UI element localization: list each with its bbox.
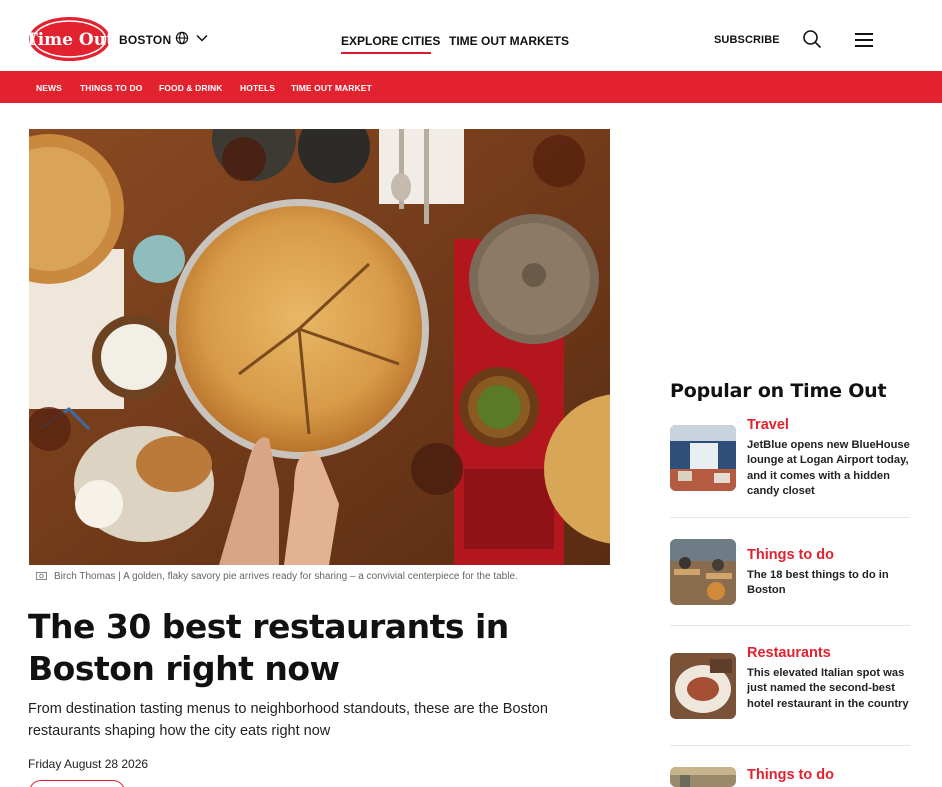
article-dek: From destination tasting menus to neighb… [28, 701, 548, 739]
popular-heading: Popular on Time Out [670, 380, 887, 402]
popular-card[interactable]: Restaurants This elevated Italian spot w… [670, 645, 910, 735]
image-credit: Birch Thomas [54, 571, 116, 582]
card-thumbnail[interactable] [670, 425, 736, 491]
plated-dish-image [670, 653, 736, 719]
card-category[interactable]: Things to do [747, 547, 834, 563]
author-pill[interactable] [29, 780, 125, 787]
article-title: The 30 best restaurants in Boston right … [28, 607, 509, 688]
subnav-time-out-market[interactable]: TIME OUT MARKET [291, 83, 372, 93]
card-divider [670, 625, 910, 626]
airport-lounge-image [670, 425, 736, 491]
popular-card[interactable]: Things to do [670, 767, 910, 787]
chevron-down-icon[interactable] [195, 31, 209, 45]
popular-card[interactable]: Things to do The 18 best things to do in… [670, 539, 912, 613]
outdoor-dining-image [670, 539, 736, 605]
top-header: Time Out BOSTON EXPLORE CITIES TIME OUT … [0, 0, 942, 71]
image-caption: Birch Thomas | A golden, flaky savory pi… [54, 571, 518, 582]
card-divider [670, 745, 910, 746]
article-date: Friday August 28 2026 [28, 757, 149, 771]
camera-icon [36, 572, 47, 580]
subnav-hotels[interactable]: HOTELS [240, 83, 275, 93]
card-category[interactable]: Travel [747, 417, 789, 433]
hero-image [29, 129, 610, 565]
active-nav-underline [341, 52, 431, 54]
logo-text: Time Out [28, 30, 111, 50]
card-title[interactable]: JetBlue opens new BlueHouse lounge at Lo… [747, 438, 912, 500]
card-category[interactable]: Things to do [747, 767, 834, 783]
card-divider [670, 517, 910, 518]
card-thumbnail[interactable] [670, 539, 736, 605]
timeout-logo[interactable]: Time Out [28, 16, 111, 62]
city-street-image [670, 767, 736, 787]
globe-icon[interactable] [175, 31, 189, 45]
card-title[interactable]: The 18 best things to do in Boston [747, 568, 912, 599]
search-icon[interactable] [802, 29, 822, 49]
caption-text: A golden, flaky savory pie arrives ready… [123, 571, 518, 582]
subscribe-link[interactable]: SUBSCRIBE [714, 34, 780, 46]
card-thumbnail[interactable] [670, 767, 736, 787]
subnav-things-to-do[interactable]: THINGS TO DO [80, 83, 142, 93]
food-table-illustration [29, 129, 610, 565]
subnav-news[interactable]: NEWS [36, 83, 62, 93]
city-selector[interactable]: BOSTON [119, 33, 171, 47]
card-thumbnail[interactable] [670, 653, 736, 719]
popular-card[interactable]: Travel JetBlue opens new BlueHouse loung… [670, 417, 910, 507]
card-category[interactable]: Restaurants [747, 645, 831, 661]
nav-explore-cities[interactable]: EXPLORE CITIES [341, 34, 440, 48]
hamburger-menu-icon[interactable] [855, 32, 873, 48]
subnav-food-drink[interactable]: FOOD & DRINK [159, 83, 223, 93]
card-title[interactable]: This elevated Italian spot was just name… [747, 666, 912, 712]
nav-timeout-markets[interactable]: TIME OUT MARKETS [449, 34, 569, 48]
